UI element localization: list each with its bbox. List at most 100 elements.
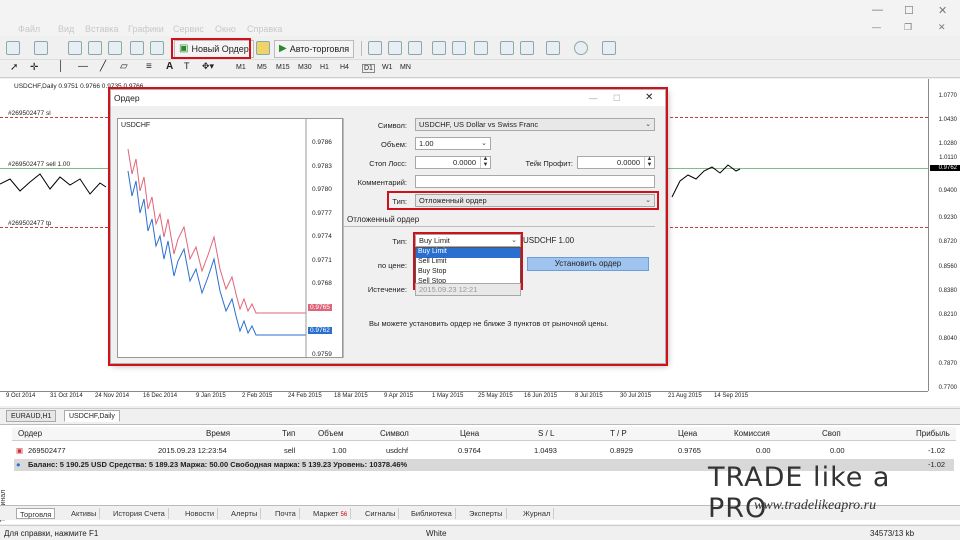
price-label: 0.8380 [938, 288, 957, 294]
dialog-maximize-icon[interactable]: ☐ [613, 90, 621, 106]
dialog-minimize-icon[interactable]: — [589, 90, 598, 106]
candlesticks-icon[interactable] [388, 41, 402, 55]
stop-loss-stepper[interactable]: ▲ ▼ [480, 156, 490, 168]
col-price[interactable]: Цена [460, 429, 479, 438]
col-profit[interactable]: Прибыль [916, 429, 950, 438]
col-sl[interactable]: S / L [538, 429, 554, 438]
option-buy-stop[interactable]: Buy Stop [416, 268, 520, 278]
dialog-close-icon[interactable]: ✕ [645, 90, 653, 106]
new-chart-icon[interactable] [6, 41, 20, 55]
tab-euraud-h1[interactable]: EURAUD,H1 [6, 410, 57, 422]
comment-input[interactable] [415, 175, 655, 188]
stop-loss-input[interactable]: 0.0000 ▲ ▼ [415, 156, 491, 169]
menu-help[interactable]: Справка [247, 24, 282, 34]
line-chart-icon[interactable] [408, 41, 422, 55]
tester-icon[interactable] [150, 41, 164, 55]
tab-experts[interactable]: Эксперты [466, 508, 507, 519]
new-order-label: Новый Ордер [191, 44, 249, 54]
menu-charts[interactable]: Графики [128, 24, 164, 34]
tab-market[interactable]: Маркет 56 [310, 508, 352, 519]
vertical-line-icon[interactable]: │ [58, 61, 64, 72]
text-tool-icon[interactable]: A [166, 61, 173, 72]
col-time[interactable]: Время [206, 429, 230, 438]
col-swap[interactable]: Своп [822, 429, 841, 438]
channel-icon[interactable]: ▱ [120, 61, 128, 72]
col-symbol[interactable]: Символ [380, 429, 409, 438]
crosshair-icon[interactable]: ✛ [30, 62, 38, 73]
fibonacci-icon[interactable]: ≡ [146, 61, 152, 72]
label-tool-icon[interactable]: T [184, 61, 190, 71]
option-sell-limit[interactable]: Sell Limit [416, 258, 520, 268]
tab-trade[interactable]: Торговля [16, 508, 56, 519]
symbol-select[interactable]: USDCHF, US Dollar vs Swiss Franc ⌄ [415, 118, 655, 131]
tab-mailbox[interactable]: Почта [272, 508, 300, 519]
tf-m15[interactable]: M15 [276, 64, 290, 71]
table-row[interactable]: ▣ 269502477 2015.09.23 12:23:54 sell 1.0… [14, 445, 954, 457]
zoom-in-icon[interactable] [432, 41, 446, 55]
tf-h4[interactable]: H4 [340, 64, 349, 71]
tab-alerts[interactable]: Алерты [228, 508, 262, 519]
new-order-button[interactable]: ▣ Новый Ордер [174, 40, 254, 58]
cell-order: 269502477 [28, 446, 66, 455]
take-profit-input[interactable]: 0.0000 ▲ ▼ [577, 156, 655, 169]
take-profit-stepper[interactable]: ▲ ▼ [644, 156, 654, 168]
horizontal-line-icon[interactable]: — [78, 61, 88, 72]
col-tp[interactable]: T / P [610, 429, 627, 438]
volume-select[interactable]: 1.00 ⌄ [415, 137, 491, 150]
tab-account-history[interactable]: История Счета [110, 508, 169, 519]
tf-m1[interactable]: M1 [236, 64, 246, 71]
child-restore-icon[interactable]: ❐ [904, 22, 912, 33]
menu-window[interactable]: Окно [215, 24, 236, 34]
tile-windows-icon[interactable] [474, 41, 488, 55]
tf-w1[interactable]: W1 [382, 64, 393, 71]
market-watch-icon[interactable] [68, 41, 82, 55]
tab-library[interactable]: Библиотека [408, 508, 456, 519]
data-window-icon[interactable] [108, 41, 122, 55]
bar-chart-icon[interactable] [368, 41, 382, 55]
col-current-price[interactable]: Цена [678, 429, 697, 438]
menu-view[interactable]: Вид [58, 24, 74, 34]
tab-journal[interactable]: Журнал [520, 508, 555, 519]
tab-exposure[interactable]: Активы [68, 508, 101, 519]
option-buy-limit[interactable]: Buy Limit [416, 248, 520, 258]
minimize-icon[interactable]: — [872, 4, 883, 16]
child-minimize-icon[interactable]: — [872, 22, 881, 32]
tab-signals[interactable]: Сигналы [362, 508, 400, 519]
metaeditor-icon[interactable] [256, 41, 270, 55]
place-order-button[interactable]: Установить ордер [527, 257, 649, 271]
tf-h1[interactable]: H1 [320, 64, 329, 71]
tf-m5[interactable]: M5 [257, 64, 267, 71]
profiles-icon[interactable] [34, 41, 48, 55]
terminal-icon[interactable] [130, 41, 144, 55]
col-volume[interactable]: Объем [318, 429, 344, 438]
autoscroll-icon[interactable] [520, 41, 534, 55]
templates-icon[interactable] [602, 41, 616, 55]
shapes-icon[interactable]: ✥▾ [202, 61, 214, 72]
maximize-icon[interactable]: ☐ [904, 4, 914, 17]
order-type-select[interactable]: Отложенный ордер ⌄ [415, 194, 655, 207]
col-order[interactable]: Ордер [18, 429, 42, 438]
chart-shift-icon[interactable] [500, 41, 514, 55]
col-commission[interactable]: Комиссия [734, 429, 770, 438]
pending-type-select[interactable]: Buy Limit ⌄ [415, 234, 521, 247]
dialog-titlebar[interactable]: Ордер — ☐ ✕ [111, 90, 665, 106]
auto-trading-button[interactable]: ▶ Авто-торговля [274, 40, 355, 58]
tf-mn[interactable]: MN [400, 64, 411, 71]
expiry-input[interactable]: 2015.09.23 12:21 [415, 283, 521, 296]
tf-m30[interactable]: M30 [298, 64, 312, 71]
zoom-out-icon[interactable] [452, 41, 466, 55]
cursor-icon[interactable]: ➚ [10, 62, 18, 73]
trendline-icon[interactable]: ╱ [100, 61, 106, 72]
tab-news[interactable]: Новости [182, 508, 219, 519]
menu-file[interactable]: Файл [18, 24, 40, 34]
menu-tools[interactable]: Сервис [173, 24, 204, 34]
indicators-icon[interactable] [546, 41, 560, 55]
tf-d1[interactable]: D1 [362, 64, 375, 73]
periods-icon[interactable] [574, 41, 588, 55]
close-icon[interactable]: ✕ [938, 4, 947, 17]
col-type[interactable]: Тип [282, 429, 295, 438]
menu-insert[interactable]: Вставка [85, 24, 118, 34]
child-close-icon[interactable]: ✕ [938, 22, 946, 33]
tab-usdchf-daily[interactable]: USDCHF,Daily [64, 410, 120, 422]
navigator-icon[interactable] [88, 41, 102, 55]
